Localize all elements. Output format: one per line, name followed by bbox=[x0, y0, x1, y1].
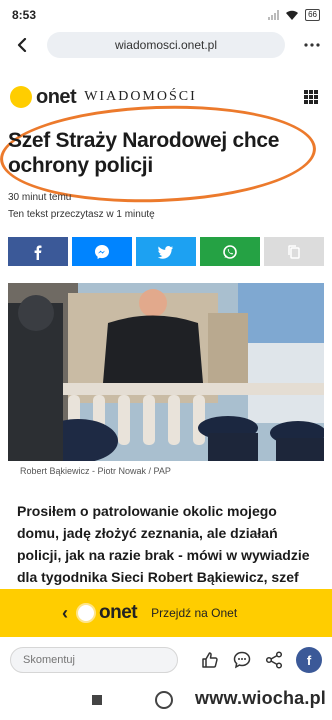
messenger-icon bbox=[95, 244, 109, 259]
more-horizontal-icon bbox=[304, 43, 320, 47]
article-headline: Szef Straży Narodowej chce ochrony polic… bbox=[8, 129, 280, 177]
onet-logo-icon bbox=[10, 86, 32, 108]
recent-apps-button[interactable] bbox=[92, 695, 102, 705]
wifi-icon bbox=[286, 10, 299, 20]
onet-logo[interactable]: onet bbox=[36, 86, 77, 109]
status-icons: 66 bbox=[268, 9, 320, 21]
apps-grid-icon[interactable] bbox=[304, 90, 318, 104]
more-options-button[interactable] bbox=[304, 37, 320, 53]
comment-bubble-icon[interactable] bbox=[232, 650, 252, 670]
chevron-left-icon: ‹ bbox=[62, 602, 68, 623]
status-bar: 8:53 66 bbox=[0, 0, 332, 30]
back-button[interactable] bbox=[10, 33, 34, 57]
comment-input[interactable] bbox=[10, 647, 178, 673]
signal-icon bbox=[268, 10, 280, 20]
battery-icon: 66 bbox=[305, 9, 320, 21]
share-twitter-button[interactable] bbox=[136, 237, 196, 266]
article-time: 30 minut temu bbox=[8, 192, 72, 203]
share-facebook-button[interactable] bbox=[8, 237, 68, 266]
onet-logo-icon bbox=[76, 603, 96, 623]
toolbar-actions: f bbox=[200, 647, 322, 673]
watermark: www.wiocha.pl bbox=[195, 688, 326, 708]
facebook-icon bbox=[34, 245, 42, 260]
banner-logo: onet bbox=[99, 602, 138, 623]
photo-caption: Robert Bąkiewicz - Piotr Nowak / PAP bbox=[20, 466, 171, 476]
share-whatsapp-button[interactable] bbox=[200, 237, 260, 266]
thumbs-up-icon[interactable] bbox=[200, 650, 220, 670]
section-name[interactable]: WIADOMOŚCI bbox=[84, 89, 197, 105]
banner-cta[interactable]: Przejdź na Onet bbox=[151, 606, 237, 620]
share-messenger-button[interactable] bbox=[72, 237, 132, 266]
copy-icon bbox=[288, 244, 300, 259]
share-icon[interactable] bbox=[264, 650, 284, 670]
bottom-toolbar: f bbox=[0, 640, 332, 680]
system-nav-bar: www.wiocha.pl bbox=[0, 680, 332, 720]
share-buttons bbox=[8, 237, 324, 266]
status-time: 8:53 bbox=[12, 8, 37, 22]
protest-photo-illustration bbox=[8, 283, 324, 461]
address-bar[interactable]: wiadomosci.onet.pl bbox=[47, 32, 285, 58]
browser-toolbar: wiadomosci.onet.pl bbox=[0, 30, 332, 60]
facebook-button[interactable]: f bbox=[296, 647, 322, 673]
whatsapp-icon bbox=[223, 244, 237, 259]
article-lead: Prosiłem o patrolowanie okolic mojego do… bbox=[17, 503, 310, 585]
arrow-left-icon bbox=[17, 38, 27, 52]
copy-link-button[interactable] bbox=[264, 237, 324, 266]
go-to-onet-banner[interactable]: ‹ onet Przejdź na Onet bbox=[0, 589, 332, 637]
twitter-icon bbox=[158, 245, 173, 259]
reading-time: Ten tekst przeczytasz w 1 minutę bbox=[8, 209, 155, 220]
home-button[interactable] bbox=[155, 691, 173, 709]
article-photo[interactable] bbox=[8, 283, 324, 461]
